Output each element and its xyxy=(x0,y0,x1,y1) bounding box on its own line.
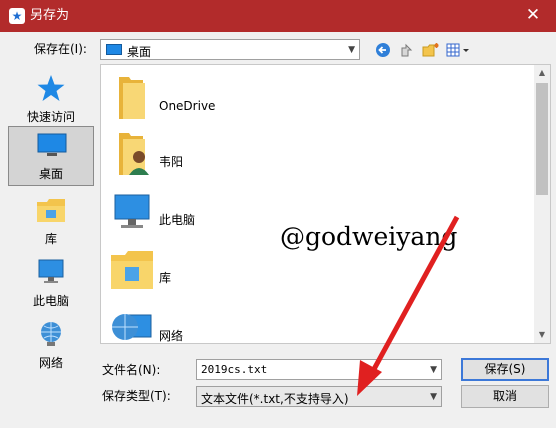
filetype-label: 保存类型(T): xyxy=(102,389,171,403)
place-desktop[interactable]: 桌面 xyxy=(8,126,94,186)
filetype-value: 文本文件(*.txt,不支持导入) xyxy=(201,392,349,406)
place-label: 桌面 xyxy=(38,167,63,181)
back-arrow-icon xyxy=(376,43,390,57)
save-in-combo[interactable]: 桌面 ▼ xyxy=(100,39,360,60)
place-label: 网络 xyxy=(38,356,63,370)
up-one-level-button[interactable] xyxy=(398,41,416,59)
place-libraries[interactable]: 库 xyxy=(8,192,94,252)
new-folder-icon xyxy=(422,43,439,57)
scroll-down-icon[interactable]: ▼ xyxy=(534,327,550,343)
chevron-down-icon[interactable]: ▼ xyxy=(430,360,437,379)
place-quick-access[interactable]: 快速访问 xyxy=(8,70,94,130)
place-label: 此电脑 xyxy=(32,294,69,308)
list-item[interactable]: OneDrive xyxy=(109,73,529,129)
places-bar: 快速访问 桌面 库 此电脑 网络 xyxy=(8,70,96,370)
library-icon xyxy=(37,199,65,222)
place-label: 快速访问 xyxy=(26,110,75,124)
watermark-text: @godweiyang xyxy=(280,222,458,251)
file-name: OneDrive xyxy=(159,99,216,113)
scroll-thumb[interactable] xyxy=(536,83,548,195)
list-item[interactable]: 库 xyxy=(109,245,529,301)
title-bar[interactable]: ★ 另存为 ✕ xyxy=(0,0,556,32)
network-icon xyxy=(41,322,61,346)
file-name: 韦阳 xyxy=(159,155,184,169)
desktop-icon xyxy=(106,44,122,55)
filename-input[interactable]: 2019cs.txt ▼ xyxy=(196,359,442,380)
star-icon xyxy=(37,75,65,101)
folder-icon xyxy=(119,77,145,119)
list-item[interactable]: 韦阳 xyxy=(109,129,529,185)
file-name: 网络 xyxy=(159,329,184,343)
place-network[interactable]: 网络 xyxy=(8,316,94,376)
app-star-icon: ★ xyxy=(9,8,25,24)
cancel-button[interactable]: 取消 xyxy=(461,385,549,408)
filename-value: 2019cs.txt xyxy=(201,363,268,376)
save-button[interactable]: 保存(S) xyxy=(461,358,549,381)
save-in-value: 桌面 xyxy=(127,45,152,59)
scroll-up-icon[interactable]: ▲ xyxy=(534,65,550,81)
file-name: 此电脑 xyxy=(159,213,196,227)
library-icon xyxy=(111,251,153,289)
user-folder-icon xyxy=(119,133,149,175)
place-this-pc[interactable]: 此电脑 xyxy=(8,254,94,314)
close-button[interactable]: ✕ xyxy=(510,0,556,32)
view-menu-icon xyxy=(446,43,469,57)
network-icon xyxy=(112,314,152,340)
computer-icon xyxy=(38,259,64,283)
file-name: 库 xyxy=(159,271,172,285)
computer-icon xyxy=(114,194,150,228)
save-in-label: 保存在(I): xyxy=(34,42,87,56)
up-folder-icon xyxy=(401,43,413,57)
list-item[interactable]: 网络 xyxy=(109,303,529,343)
new-folder-button[interactable] xyxy=(422,41,440,59)
vertical-scrollbar[interactable]: ▲ ▼ xyxy=(534,65,550,343)
desktop-icon xyxy=(37,133,67,156)
back-button[interactable] xyxy=(374,41,392,59)
file-list[interactable]: OneDrive 韦阳 此电脑 库 网络 ▲ ▼ xyxy=(100,64,551,344)
filetype-select[interactable]: 文本文件(*.txt,不支持导入) ▼ xyxy=(196,386,442,407)
chevron-down-icon: ▼ xyxy=(430,391,437,402)
chevron-down-icon: ▼ xyxy=(348,44,355,55)
view-menu-button[interactable] xyxy=(446,41,472,59)
window-title: 另存为 xyxy=(30,8,70,23)
filename-label: 文件名(N): xyxy=(102,363,161,377)
place-label: 库 xyxy=(44,232,57,246)
save-as-dialog: ★ 另存为 ✕ 保存在(I): 桌面 ▼ 快速访问 桌面 库 此电脑 网络 On… xyxy=(0,0,556,428)
